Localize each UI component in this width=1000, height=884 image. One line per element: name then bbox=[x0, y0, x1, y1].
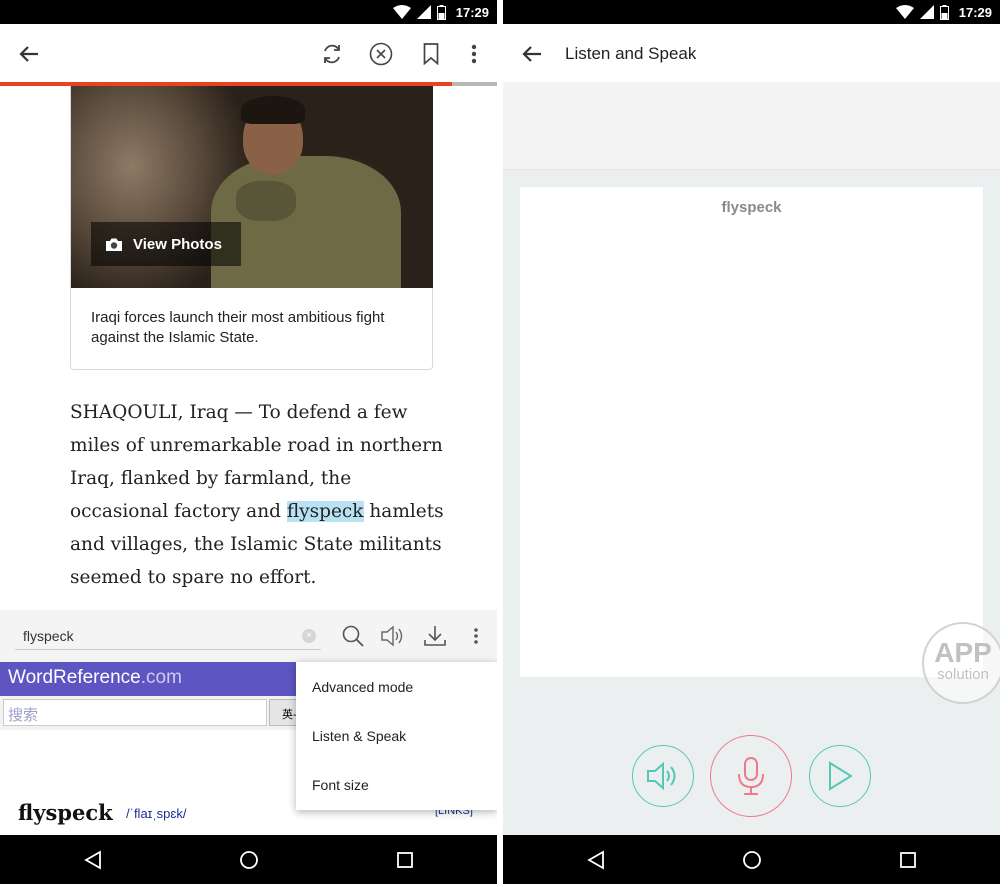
news-photo: View Photos bbox=[71, 86, 433, 288]
brand-name: WordReference bbox=[8, 667, 141, 688]
pronunciation: /ˈflaɪˌspɛk/ bbox=[126, 806, 187, 821]
status-bar: 17:29 bbox=[503, 0, 1000, 24]
view-photos-button[interactable]: View Photos bbox=[91, 222, 241, 266]
wifi-icon bbox=[392, 5, 411, 19]
watermark-logo: APP solution bbox=[922, 622, 1000, 704]
battery-icon bbox=[939, 4, 949, 20]
nav-back-icon[interactable] bbox=[82, 849, 104, 871]
watermark-bottom: solution bbox=[937, 666, 989, 683]
menu-item-advanced-mode[interactable]: Advanced mode bbox=[296, 662, 497, 711]
system-nav-bar bbox=[0, 835, 497, 884]
word-card: flyspeck bbox=[520, 187, 983, 677]
nav-recents-icon[interactable] bbox=[897, 849, 919, 871]
refresh-icon[interactable] bbox=[319, 41, 345, 67]
nav-recents-icon[interactable] bbox=[394, 849, 416, 871]
nav-home-icon[interactable] bbox=[741, 849, 763, 871]
headword: flyspeck bbox=[18, 800, 113, 825]
practice-word: flyspeck bbox=[721, 199, 782, 216]
clear-icon[interactable]: × bbox=[302, 629, 316, 643]
photo-caption: Iraqi forces launch their most ambitious… bbox=[91, 309, 385, 346]
play-button[interactable] bbox=[809, 745, 871, 807]
menu-item-font-size[interactable]: Font size bbox=[296, 760, 497, 809]
signal-icon bbox=[919, 5, 934, 19]
overflow-menu: Advanced mode Listen & Speak Font size bbox=[296, 662, 497, 810]
nav-back-icon[interactable] bbox=[585, 849, 607, 871]
photo-card[interactable]: View Photos Iraqi forces launch their mo… bbox=[70, 86, 433, 370]
dictionary-toolbar: flyspeck × bbox=[0, 610, 497, 662]
more-vert-icon[interactable] bbox=[462, 622, 490, 650]
camera-icon bbox=[106, 238, 122, 251]
play-icon bbox=[829, 761, 853, 791]
wifi-icon bbox=[895, 5, 914, 19]
listen-button[interactable] bbox=[632, 745, 694, 807]
brand-domain: .com bbox=[140, 667, 182, 688]
left-screen: 17:29 View Photos Iraqi forces launch th… bbox=[0, 0, 497, 884]
header-band bbox=[503, 82, 1000, 170]
app-bar bbox=[0, 24, 497, 82]
view-photos-label: View Photos bbox=[133, 235, 222, 253]
menu-item-listen-speak[interactable]: Listen & Speak bbox=[296, 711, 497, 760]
battery-icon bbox=[436, 4, 446, 20]
signal-icon bbox=[416, 5, 431, 19]
selected-word[interactable]: flyspeck bbox=[286, 501, 364, 522]
dictionary-search-input[interactable]: 搜索 bbox=[3, 699, 267, 726]
close-circle-icon[interactable] bbox=[368, 41, 394, 67]
more-vert-icon[interactable] bbox=[461, 41, 487, 67]
speaker-icon[interactable] bbox=[378, 622, 406, 650]
back-arrow-icon[interactable] bbox=[519, 41, 545, 67]
clock: 17:29 bbox=[958, 4, 992, 20]
bookmark-icon[interactable] bbox=[418, 41, 444, 67]
lookup-input[interactable]: flyspeck bbox=[15, 624, 321, 650]
download-icon[interactable] bbox=[421, 622, 449, 650]
page-title: Listen and Speak bbox=[565, 44, 697, 63]
record-button[interactable] bbox=[710, 735, 792, 817]
speaker-icon bbox=[647, 761, 676, 791]
article-paragraph: SHAQOULI, Iraq — To defend a few miles o… bbox=[70, 396, 450, 594]
back-arrow-icon[interactable] bbox=[16, 41, 42, 67]
search-icon[interactable] bbox=[339, 622, 367, 650]
language-select[interactable]: 英- bbox=[269, 699, 299, 726]
clock: 17:29 bbox=[455, 4, 489, 20]
status-bar: 17:29 bbox=[0, 0, 497, 24]
right-screen: 17:29 Listen and Speak flyspeck bbox=[503, 0, 1000, 884]
watermark-top: APP bbox=[934, 637, 992, 668]
nav-home-icon[interactable] bbox=[238, 849, 260, 871]
microphone-icon bbox=[738, 757, 764, 795]
system-nav-bar bbox=[503, 835, 1000, 884]
